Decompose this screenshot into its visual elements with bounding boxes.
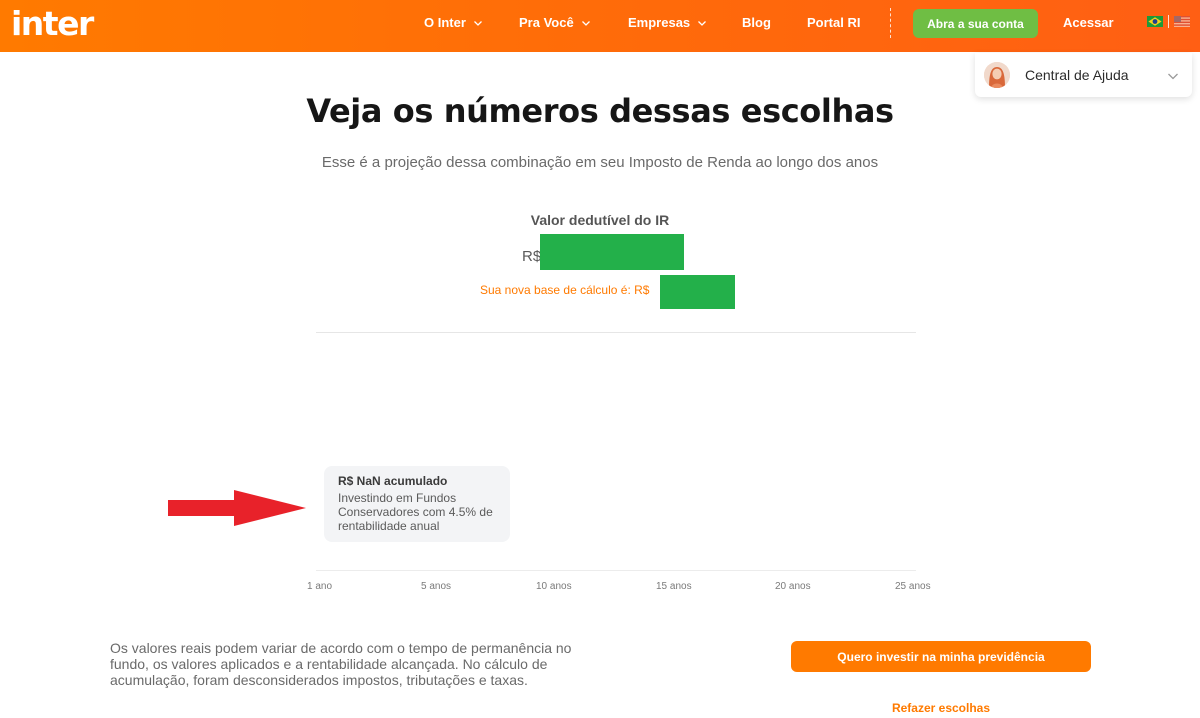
- nav-divider: [890, 8, 891, 38]
- tooltip-body: Investindo em Fundos Conservadores com 4…: [338, 491, 493, 533]
- disclaimer-text: Os valores reais podem variar de acordo …: [110, 640, 572, 688]
- section-divider: [316, 332, 916, 333]
- help-center-label: Central de Ajuda: [1025, 67, 1129, 83]
- login-link[interactable]: Acessar: [1063, 15, 1114, 30]
- nav-item-blog[interactable]: Blog: [742, 15, 771, 30]
- x-axis-tick: 1 ano: [307, 581, 333, 592]
- redo-choices-link[interactable]: Refazer escolhas: [791, 701, 1091, 715]
- nav-item-portal-ri[interactable]: Portal RI: [807, 15, 860, 30]
- chart-axis-line: [316, 570, 916, 571]
- x-axis-tick: 25 anos: [895, 581, 931, 592]
- invest-pension-button[interactable]: Quero investir na minha previdência: [791, 641, 1091, 672]
- redacted-new-base-value: [660, 275, 735, 309]
- nav-item-label: Pra Você: [519, 15, 574, 30]
- x-axis-tick: 5 anos: [421, 581, 452, 592]
- nav-item-o-inter[interactable]: O Inter: [424, 15, 483, 30]
- language-divider: [1168, 15, 1169, 28]
- x-axis-tick: 10 anos: [536, 581, 572, 592]
- open-account-button[interactable]: Abra a sua conta: [913, 9, 1038, 38]
- nav-item-label: Empresas: [628, 15, 691, 30]
- chart-tooltip: R$ NaN acumulado Investindo em Fundos Co…: [324, 466, 510, 542]
- new-base-label: Sua nova base de cálculo é: R$: [480, 283, 650, 297]
- x-axis-tick: 20 anos: [775, 581, 811, 592]
- page-title: Veja os números dessas escolhas: [306, 92, 894, 130]
- nav-item-pra-voce[interactable]: Pra Você: [519, 15, 591, 30]
- nav-item-label: Portal RI: [807, 15, 861, 30]
- brazil-flag-icon[interactable]: [1147, 16, 1163, 27]
- deductible-value-label: Valor dedutível do IR: [530, 212, 670, 228]
- chevron-down-icon: [473, 20, 482, 26]
- deductible-currency: R$: [522, 248, 542, 265]
- tooltip-title: R$ NaN acumulado: [338, 474, 448, 488]
- chevron-down-icon: [581, 20, 590, 26]
- chevron-down-icon: [698, 20, 707, 26]
- redacted-deductible-value: [540, 234, 684, 270]
- x-axis-tick: 15 anos: [656, 581, 692, 592]
- top-navbar: inter O Inter Pra Você Empresas Blog Por…: [0, 0, 1200, 52]
- us-flag-icon[interactable]: [1174, 16, 1190, 27]
- red-arrow-annotation: [168, 490, 306, 526]
- nav-item-label: Blog: [742, 15, 771, 30]
- nav-item-label: O Inter: [424, 15, 466, 30]
- nav-item-empresas[interactable]: Empresas: [628, 15, 707, 30]
- avatar: [984, 62, 1010, 88]
- help-center-widget[interactable]: Central de Ajuda: [975, 53, 1192, 97]
- inter-logo[interactable]: inter: [11, 4, 94, 44]
- page-subtitle: Esse é a projeção dessa combinação em se…: [321, 154, 879, 171]
- chevron-down-icon: [1168, 73, 1178, 80]
